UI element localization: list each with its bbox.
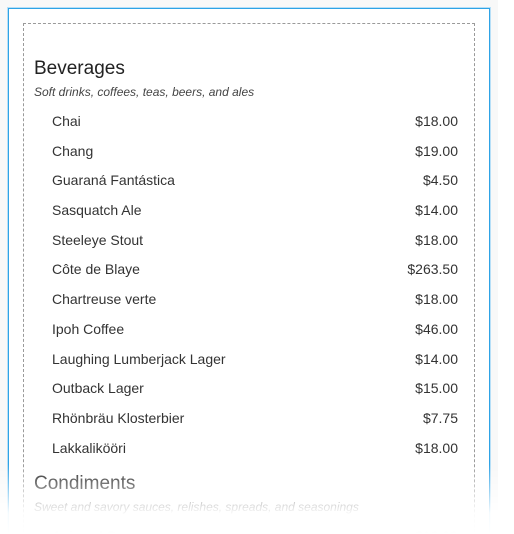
product-name: Steeleye Stout	[52, 230, 143, 252]
product-row: Chang $19.00	[34, 137, 464, 167]
product-row: Chartreuse verte $18.00	[34, 285, 464, 315]
product-name: Chang	[52, 141, 93, 163]
product-price: $19.00	[415, 141, 458, 163]
product-price: $18.00	[415, 230, 458, 252]
category-section: Beverages Soft drinks, coffees, teas, be…	[34, 58, 464, 463]
product-row: Ipoh Coffee $46.00	[34, 315, 464, 345]
category-title: Beverages	[34, 58, 464, 80]
category-description: Sweet and savory sauces, relishes, sprea…	[34, 500, 464, 514]
product-name: Rhönbräu Klosterbier	[52, 408, 184, 430]
product-name: Outback Lager	[52, 378, 144, 400]
product-name: Ipoh Coffee	[52, 319, 124, 341]
product-name: Sasquatch Ale	[52, 200, 142, 222]
product-row: Laughing Lumberjack Lager $14.00	[34, 345, 464, 375]
product-row: Chai $18.00	[34, 107, 464, 137]
product-name: Chai	[52, 111, 81, 133]
product-price: $46.00	[415, 319, 458, 341]
product-name: Aniseed Syrup	[52, 526, 143, 534]
product-name: Guaraná Fantástica	[52, 170, 175, 192]
product-price: $18.00	[415, 111, 458, 133]
category-section: Condiments Sweet and savory sauces, reli…	[34, 473, 464, 534]
product-price: $15.00	[415, 378, 458, 400]
product-row: Côte de Blaye $263.50	[34, 255, 464, 285]
product-name: Laughing Lumberjack Lager	[52, 349, 226, 371]
product-row: Aniseed Syrup $10.00	[34, 522, 464, 534]
product-price: $263.50	[407, 259, 458, 281]
product-name: Chartreuse verte	[52, 289, 156, 311]
report-viewport[interactable]: Beverages Soft drinks, coffees, teas, be…	[0, 0, 498, 534]
page-content-frame: Beverages Soft drinks, coffees, teas, be…	[23, 23, 475, 534]
category-title: Condiments	[34, 473, 464, 495]
product-price: $7.75	[423, 408, 458, 430]
product-price: $18.00	[415, 438, 458, 460]
product-price: $18.00	[415, 289, 458, 311]
product-row: Steeleye Stout $18.00	[34, 226, 464, 256]
product-name: Côte de Blaye	[52, 259, 140, 281]
product-row: Outback Lager $15.00	[34, 374, 464, 404]
product-price: $4.50	[423, 170, 458, 192]
product-price: $10.00	[415, 526, 458, 534]
product-row: Guaraná Fantástica $4.50	[34, 166, 464, 196]
report-page: Beverages Soft drinks, coffees, teas, be…	[8, 8, 490, 534]
product-name: Lakkalikööri	[52, 438, 126, 460]
product-price: $14.00	[415, 349, 458, 371]
product-row: Rhönbräu Klosterbier $7.75	[34, 404, 464, 434]
product-row: Lakkalikööri $18.00	[34, 434, 464, 464]
product-price: $14.00	[415, 200, 458, 222]
product-row: Sasquatch Ale $14.00	[34, 196, 464, 226]
category-description: Soft drinks, coffees, teas, beers, and a…	[34, 85, 464, 99]
